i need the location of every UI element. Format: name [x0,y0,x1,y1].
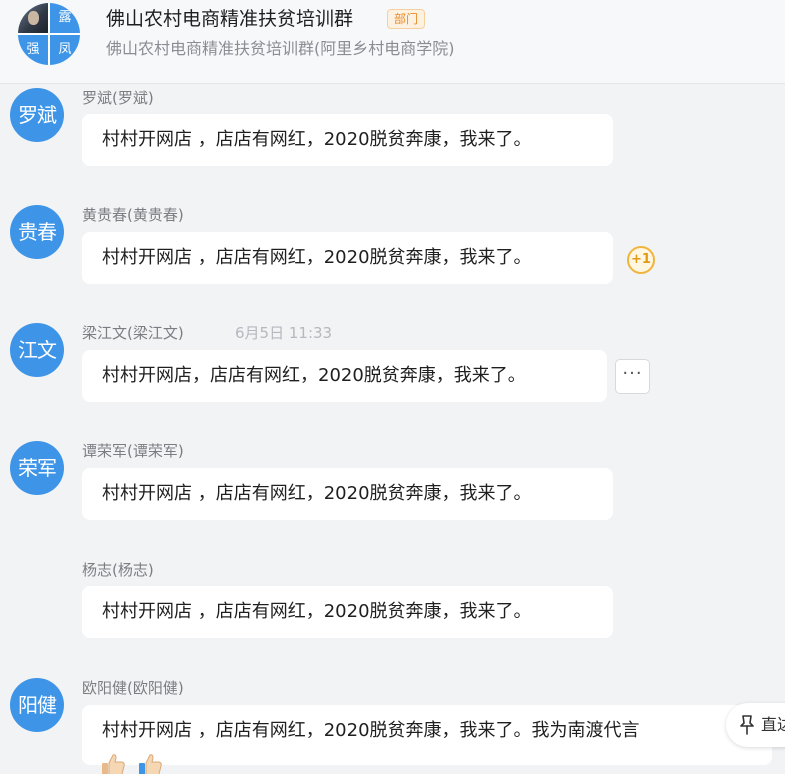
message-bubble[interactable]: 村村开网店 ，店店有网红，2020脱贫奔康，我来了。 [82,232,613,284]
sender-avatar[interactable]: 贵春 [10,205,64,259]
jump-to-label: 直达 [761,715,785,734]
group-avatar[interactable]: 露 强 凤 [18,3,80,65]
more-options-button[interactable]: ··· [615,359,650,394]
jump-to-button[interactable]: 直达 [726,703,785,747]
message-bubble[interactable]: 村村开网店 ，店店有网红，2020脱贫奔康，我来了。 [82,468,613,520]
message-bubble[interactable]: 村村开网店 ，店店有网红，2020脱贫奔康，我来了。 [82,114,613,166]
sender-name[interactable]: 欧阳健(欧阳健) [82,678,184,698]
chat-header: 露 强 凤 佛山农村电商精准扶贫培训群 部门 佛山农村电商精准扶贫培训群(阿里乡… [0,0,785,84]
sender-name[interactable]: 杨志(杨志) [82,560,154,580]
sender-name[interactable]: 黄贵春(黄贵春) [82,205,184,225]
department-badge: 部门 [387,9,426,29]
sender-avatar[interactable]: 阳健 [10,678,64,732]
thumbs-up-icon [139,754,162,774]
member-photo [18,3,48,33]
plus-one-reaction-button[interactable]: +1 [627,246,655,274]
message-bubble[interactable]: 村村开网店 ，店店有网红，2020脱贫奔康，我来了。我为南渡代言 [82,705,772,765]
avatar-tile: 凤 [50,35,80,65]
thumbtack-icon [740,715,754,735]
message-bubble[interactable]: 村村开网店 ，店店有网红，2020脱贫奔康，我来了。 [82,586,613,638]
sender-avatar[interactable]: 江文 [10,323,64,377]
sender-avatar[interactable]: 罗斌 [10,88,64,142]
chat-window: 露 强 凤 佛山农村电商精准扶贫培训群 部门 佛山农村电商精准扶贫培训群(阿里乡… [0,0,785,774]
group-title[interactable]: 佛山农村电商精准扶贫培训群 [106,6,353,32]
message-bubble[interactable]: 村村开网店，店店有网红，2020脱贫奔康，我来了。 [82,350,607,402]
sender-name[interactable]: 梁江文(梁江文) [82,323,184,343]
avatar-tile: 强 [18,35,48,65]
message-timestamp: 6月5日 11:33 [235,324,333,342]
sender-name[interactable]: 罗斌(罗斌) [82,88,154,108]
group-subtitle: 佛山农村电商精准扶贫培训群(阿里乡村电商学院) [106,39,455,58]
sender-name[interactable]: 谭荣军(谭荣军) [82,441,184,461]
sender-avatar[interactable]: 荣军 [10,441,64,495]
emoji-row [100,752,169,774]
avatar-tile: 露 [50,3,80,33]
thumbs-up-icon [102,754,125,774]
